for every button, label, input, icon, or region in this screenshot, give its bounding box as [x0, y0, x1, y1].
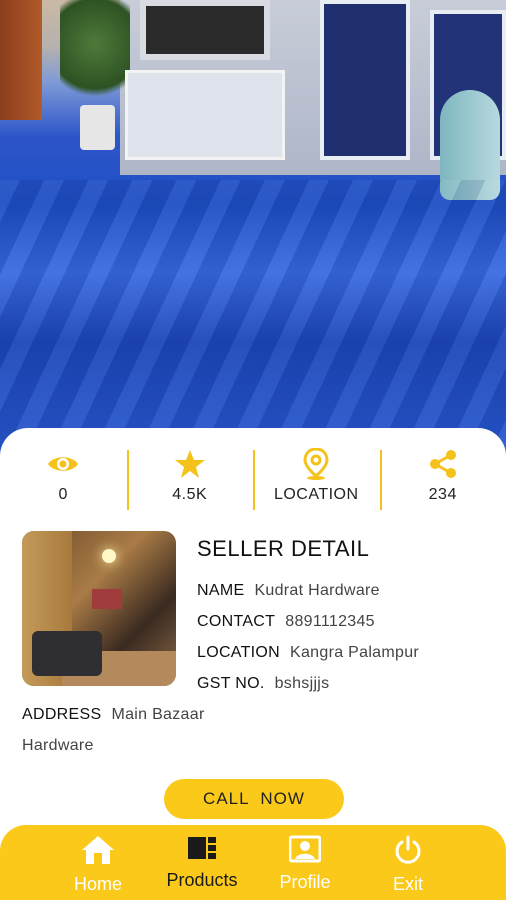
seller-gst-row: GST NO. bshsjjjs [197, 675, 329, 693]
products-icon [187, 835, 217, 866]
nav-exit-label: Exit [392, 874, 423, 894]
nav-exit[interactable]: Exit [358, 835, 458, 895]
seller-photo-sofa [32, 631, 102, 676]
stat-rating-value: 4.5K [172, 486, 208, 503]
seller-photo-bed [92, 589, 122, 609]
nav-profile-label: Profile [279, 872, 331, 892]
seller-contact-label: CONTACT [197, 613, 276, 630]
stats-row: 0 4.5K LOCATION 234 [0, 448, 506, 512]
seller-location-value: Kangra Palampur [290, 644, 420, 661]
stat-location-value: LOCATION [273, 486, 359, 503]
seller-location-row: LOCATION Kangra Palampur [197, 644, 419, 662]
seller-address-line2: Hardware [22, 737, 94, 754]
seller-location-label: LOCATION [197, 644, 281, 661]
location-pin-icon [303, 448, 329, 480]
hero-cabinet [125, 70, 285, 160]
seller-name-value: Kudrat Hardware [254, 582, 380, 599]
stat-views[interactable]: 0 [0, 448, 127, 512]
hero-tv [140, 0, 270, 60]
share-icon [428, 448, 458, 480]
seller-address-label: ADDRESS [22, 706, 102, 723]
seller-name-row: NAME Kudrat Hardware [197, 582, 380, 600]
seller-gst-value: bshsjjjs [274, 675, 330, 692]
call-now-button[interactable]: CALL NOW [164, 779, 344, 819]
eye-icon [47, 448, 79, 480]
power-icon [393, 835, 423, 870]
star-icon [174, 448, 206, 480]
nav-products-label: Products [166, 870, 238, 890]
seller-gst-label: GST NO. [197, 675, 265, 692]
hero-pot [80, 105, 115, 150]
hero-curtain [0, 0, 42, 120]
seller-contact-value[interactable]: 8891112345 [285, 613, 375, 630]
hero-door [320, 0, 410, 160]
nav-products[interactable]: Products [152, 835, 252, 891]
hero-plant [60, 0, 130, 110]
hero-floor-reflection [0, 180, 506, 455]
profile-icon [288, 835, 322, 868]
hero-image [0, 0, 506, 455]
seller-photo [22, 531, 176, 686]
stat-views-value: 0 [58, 486, 68, 503]
home-icon [81, 835, 115, 870]
seller-name-label: NAME [197, 582, 245, 599]
bottom-nav: Home Products Profile Exit [0, 825, 506, 900]
stat-location[interactable]: LOCATION [253, 448, 380, 512]
seller-contact-row: CONTACT 8891112345 [197, 613, 375, 631]
seller-photo-light [102, 549, 116, 563]
stat-shares[interactable]: 234 [379, 448, 506, 512]
seller-address-row: ADDRESS Main Bazaar [22, 706, 205, 724]
seller-address-line1: Main Bazaar [111, 706, 205, 723]
nav-home[interactable]: Home [48, 835, 148, 895]
seller-detail-title: SELLER DETAIL [197, 536, 370, 561]
nav-home-label: Home [73, 874, 122, 894]
stat-shares-value: 234 [428, 486, 457, 503]
nav-profile[interactable]: Profile [255, 835, 355, 893]
stat-rating[interactable]: 4.5K [126, 448, 254, 512]
seller-address-line2-row: Hardware [22, 737, 94, 755]
